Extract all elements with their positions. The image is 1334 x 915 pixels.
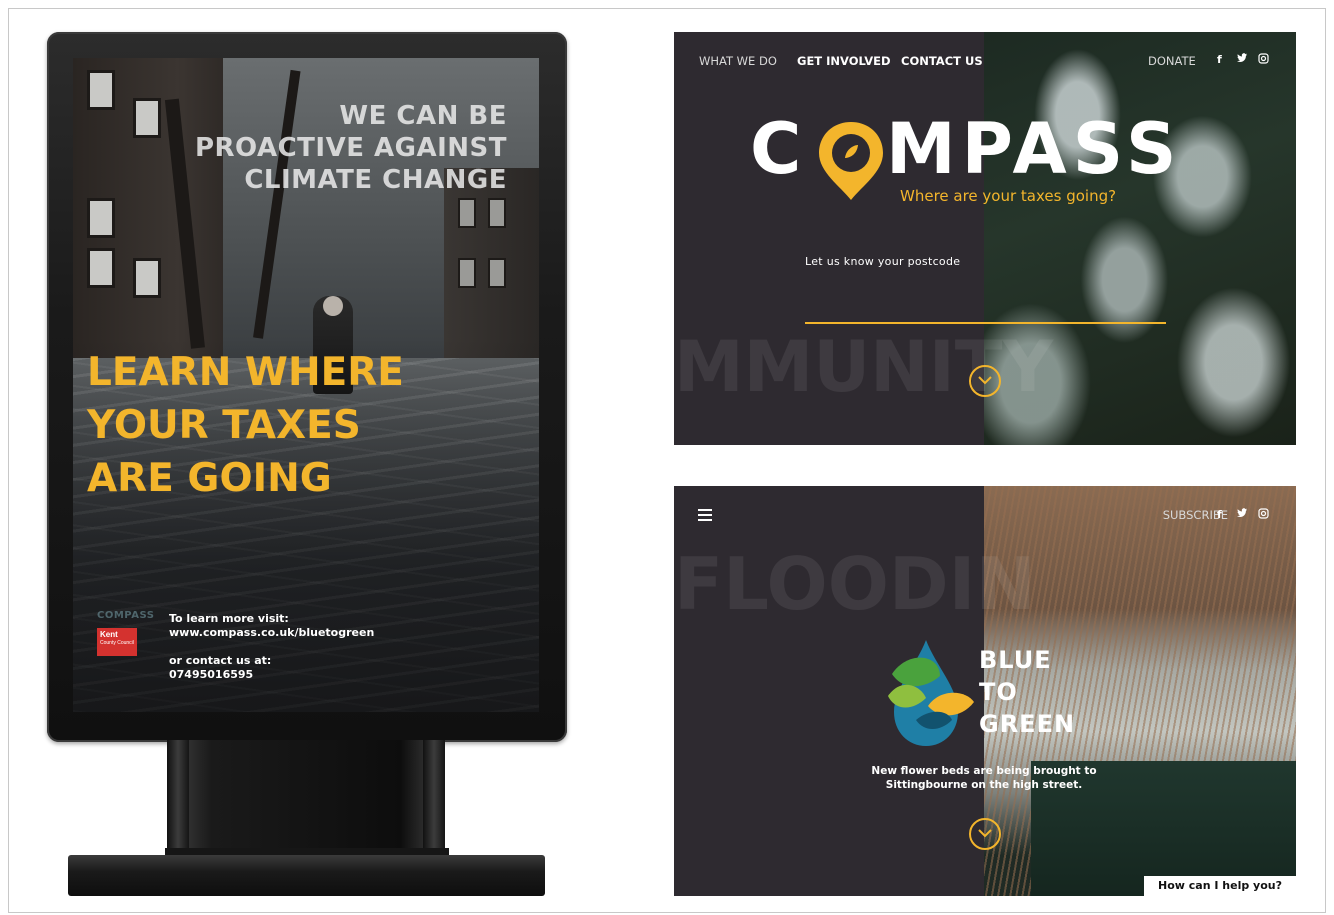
poster-headline-line: WE CAN BE — [339, 101, 507, 131]
poster-cta-line: ARE GOING — [87, 456, 332, 501]
billboard-base — [68, 855, 545, 896]
poster-cta-line: LEARN WHERE — [87, 350, 404, 395]
tagline: Where are your taxes going? — [900, 187, 1117, 205]
donate-link[interactable]: DONATE — [1148, 54, 1196, 68]
contact-label: or contact us at: — [169, 654, 272, 667]
visit-url: www.compass.co.uk/bluetogreen — [169, 626, 375, 639]
logo-word-mpass: MPASS — [886, 108, 1183, 190]
blue-to-green-logo — [888, 640, 974, 746]
instagram-icon[interactable] — [1258, 53, 1269, 67]
location-pin-icon — [819, 122, 883, 200]
poster-headline-line: CLIMATE CHANGE — [244, 165, 507, 195]
background-word: FLOODIN — [674, 542, 1036, 626]
facebook-icon[interactable]: f — [1217, 508, 1222, 521]
scroll-down-button[interactable] — [969, 818, 1001, 850]
poster-brand-logo: COMPASS — [97, 610, 155, 621]
facebook-icon[interactable]: f — [1217, 53, 1222, 66]
nav-what-we-do[interactable]: WHAT WE DO — [699, 54, 777, 68]
poster-contact-info: To learn more visit: www.compass.co.uk/b… — [169, 612, 374, 682]
menu-icon[interactable] — [698, 509, 712, 524]
article-title-line: BLUE — [979, 646, 1052, 674]
scroll-down-button[interactable] — [969, 365, 1001, 397]
nav-get-involved[interactable]: GET INVOLVED — [797, 54, 891, 68]
website-home-mockup: MMUNITY WHAT WE DO GET INVOLVED CONTACT … — [674, 32, 1296, 445]
article-title-line: GREEN — [979, 710, 1076, 738]
logo-letter-c: C — [750, 108, 808, 190]
council-logo-subtext: County Council — [100, 640, 134, 646]
poster-cta: LEARN WHERE YOUR TAXES ARE GOING — [87, 346, 404, 505]
poster-headline: WE CAN BE PROACTIVE AGAINST CLIMATE CHAN… — [195, 100, 507, 196]
council-logo-text: Kent — [100, 630, 118, 639]
twitter-icon[interactable] — [1236, 508, 1248, 522]
chat-widget-button[interactable]: How can I help you? — [1144, 876, 1296, 896]
council-logo: Kent County Council — [97, 628, 137, 656]
chevron-down-icon — [978, 829, 992, 838]
poster-footer: COMPASS Kent County Council To learn mor… — [97, 610, 517, 690]
poster-cta-line: YOUR TAXES — [87, 403, 361, 448]
instagram-icon[interactable] — [1258, 508, 1269, 522]
contact-phone: 07495016595 — [169, 668, 254, 681]
article-title: BLUE TO GREEN — [979, 644, 1075, 740]
twitter-icon[interactable] — [1236, 53, 1248, 67]
visit-label: To learn more visit: — [169, 612, 289, 625]
website-article-mockup: FLOODIN SUBSCRIBE f BLUE TO GREEN New fl… — [674, 486, 1296, 896]
nav-contact-us[interactable]: CONTACT US — [901, 54, 983, 68]
article-title-line: TO — [979, 678, 1018, 706]
article-description: New flower beds are being brought to Sit… — [871, 765, 1097, 791]
postcode-input[interactable] — [805, 294, 1166, 324]
postcode-label: Let us know your postcode — [805, 255, 961, 268]
billboard-stand — [167, 740, 445, 858]
poster-person-head — [323, 296, 343, 316]
chevron-down-icon — [978, 376, 992, 385]
poster-headline-line: PROACTIVE AGAINST — [194, 133, 507, 163]
poster: WE CAN BE PROACTIVE AGAINST CLIMATE CHAN… — [73, 58, 539, 712]
